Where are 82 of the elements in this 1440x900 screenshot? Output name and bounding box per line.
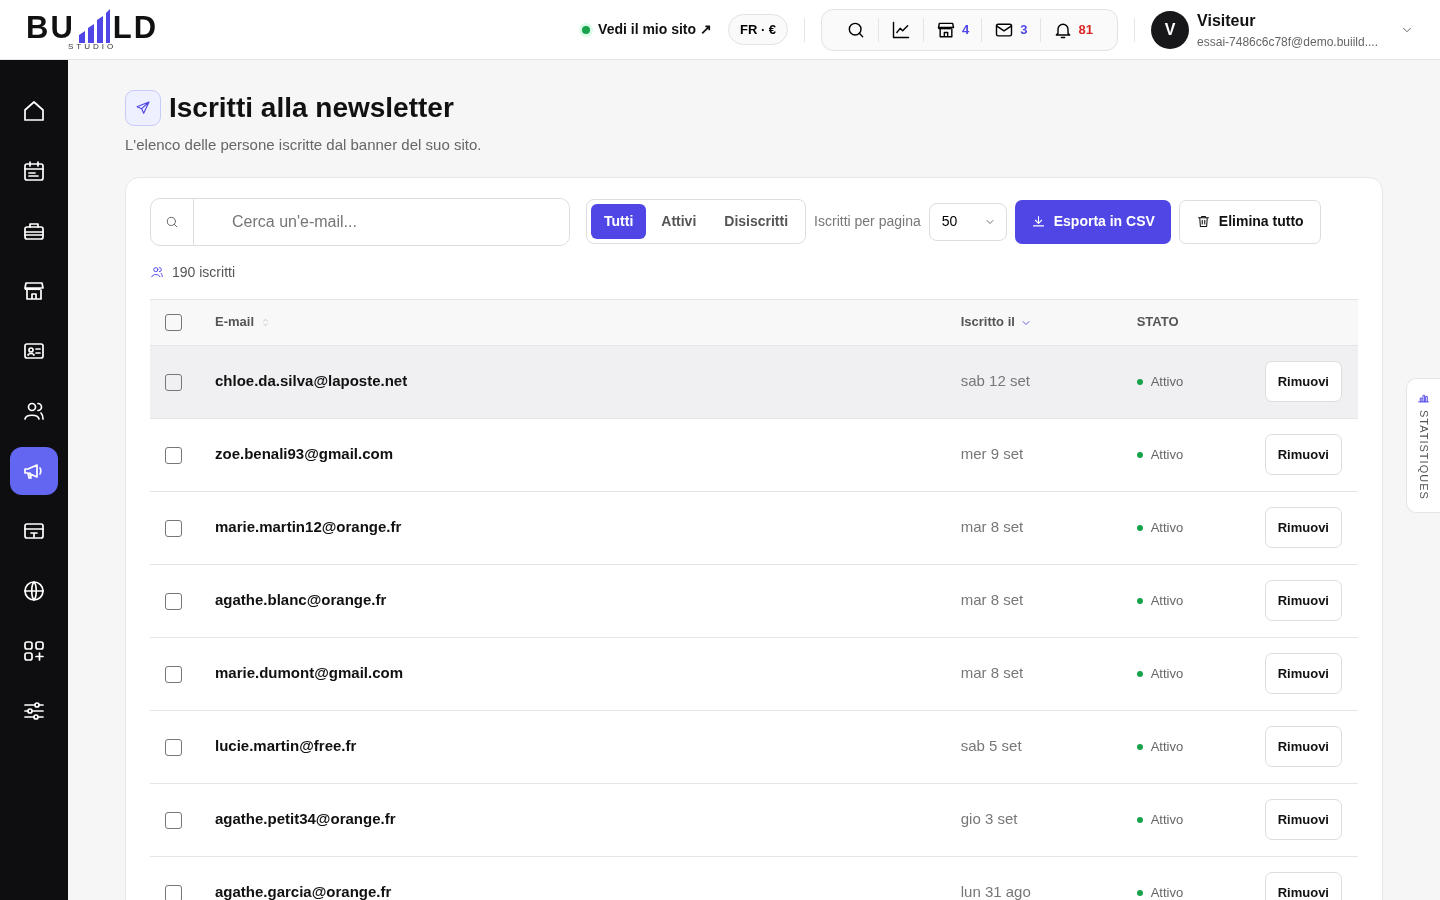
per-page-label: Iscritti per pagina <box>814 212 921 231</box>
date-cell: gio 3 set <box>960 810 1018 828</box>
mail-button[interactable]: 3 <box>982 19 1040 40</box>
column-header[interactable]: Iscritto il <box>960 314 1015 330</box>
row-checkbox[interactable] <box>165 373 182 391</box>
filter-tab[interactable]: Attivi <box>648 204 710 239</box>
user-email: essai-7486c6c78f@demo.buiild.... <box>1197 33 1378 51</box>
export-button[interactable]: Esporta in CSV <box>1014 199 1171 244</box>
status-text: Attivo <box>1150 445 1184 464</box>
remove-button[interactable]: Rimuovi <box>1264 725 1342 768</box>
store-icon <box>22 279 46 303</box>
row-checkbox[interactable] <box>165 665 182 683</box>
date-cell: mar 8 set <box>960 664 1024 682</box>
row-checkbox[interactable] <box>165 592 182 610</box>
apps-icon <box>22 639 46 663</box>
email-cell: lucie.martin@free.fr <box>215 737 357 755</box>
delete-all-button[interactable]: Elimina tutto <box>1178 199 1321 244</box>
logo-text: BU <box>26 11 75 43</box>
filter-tab[interactable]: Disiscritti <box>711 204 802 239</box>
row-checkbox[interactable] <box>165 738 182 756</box>
user-avatar: V <box>1151 10 1190 49</box>
email-cell: agathe.petit34@orange.fr <box>215 810 396 828</box>
email-cell: marie.martin12@orange.fr <box>215 518 402 536</box>
page-subtitle: L'elenco delle persone iscritte dal banner del suo sito. <box>125 135 483 155</box>
remove-button[interactable]: Rimuovi <box>1264 360 1342 403</box>
row-checkbox[interactable] <box>165 884 182 900</box>
row-checkbox[interactable] <box>165 446 182 464</box>
date-cell: mar 8 set <box>960 518 1024 536</box>
date-cell: mar 8 set <box>960 591 1024 609</box>
search-field[interactable]: Cerca un'e-mail... <box>150 197 570 246</box>
status-text: Attivo <box>1150 664 1184 683</box>
remove-button[interactable]: Rimuovi <box>1264 652 1342 695</box>
filter-tab[interactable]: Tutti <box>591 204 647 239</box>
remove-button[interactable]: Rimuovi <box>1264 871 1342 900</box>
status-text: Attivo <box>1150 883 1184 900</box>
globe-icon <box>22 579 46 603</box>
per-page-select[interactable]: 50 <box>928 202 1007 241</box>
statistics-tab[interactable]: STATISTIQUES <box>1406 378 1440 513</box>
users-icon <box>150 265 164 279</box>
row-checkbox[interactable] <box>165 519 182 537</box>
select-all-checkbox[interactable] <box>165 314 182 332</box>
status-text: Attivo <box>1150 518 1184 537</box>
home-icon <box>22 99 46 123</box>
remove-button[interactable]: Rimuovi <box>1264 506 1342 549</box>
email-cell: marie.dumont@gmail.com <box>215 664 403 682</box>
locale-button[interactable]: FR · € <box>728 13 789 46</box>
logo-text: LD <box>112 11 159 43</box>
date-cell: lun 31 ago <box>960 883 1031 900</box>
send-icon <box>135 100 151 116</box>
calendar-icon <box>22 159 46 183</box>
row-checkbox[interactable] <box>165 811 182 829</box>
email-cell: agathe.blanc@orange.fr <box>215 591 387 609</box>
line-chart-icon <box>891 19 912 40</box>
trash-icon <box>1195 214 1211 229</box>
status-text: Attivo <box>1150 737 1184 756</box>
column-header: STATO <box>1136 314 1179 330</box>
remove-button[interactable]: Rimuovi <box>1264 433 1342 476</box>
user-name: Visiteur <box>1197 10 1257 31</box>
sliders-icon <box>22 699 46 723</box>
subscriber-count: 190 iscritti <box>172 262 236 282</box>
date-cell: sab 12 set <box>960 372 1030 390</box>
sidebar-item[interactable] <box>10 447 58 495</box>
remove-button[interactable]: Rimuovi <box>1264 579 1342 622</box>
status-text: Attivo <box>1150 591 1184 610</box>
date-cell: sab 5 set <box>960 737 1022 755</box>
email-cell: agathe.garcia@orange.fr <box>215 883 392 900</box>
sort-icon <box>260 317 271 329</box>
logo-subtitle: STUDIO <box>67 42 117 51</box>
date-cell: mer 9 set <box>960 445 1024 463</box>
search-icon <box>165 214 179 229</box>
logo-bars-icon <box>76 8 111 43</box>
email-cell: chloe.da.silva@laposte.net <box>215 372 408 390</box>
email-cell: zoe.benali93@gmail.com <box>215 445 393 463</box>
status-text: Attivo <box>1150 810 1184 829</box>
column-header[interactable]: E-mail <box>215 314 254 330</box>
download-icon <box>1030 214 1046 229</box>
site-link[interactable]: Vedi il mio sito ↗ <box>598 19 712 40</box>
store-button[interactable]: 4 <box>924 19 982 40</box>
bell-button[interactable]: 81 <box>1040 19 1106 40</box>
remove-button[interactable]: Rimuovi <box>1264 798 1342 841</box>
page-title: Iscritti alla newsletter <box>169 91 454 125</box>
status-text: Attivo <box>1150 372 1184 391</box>
